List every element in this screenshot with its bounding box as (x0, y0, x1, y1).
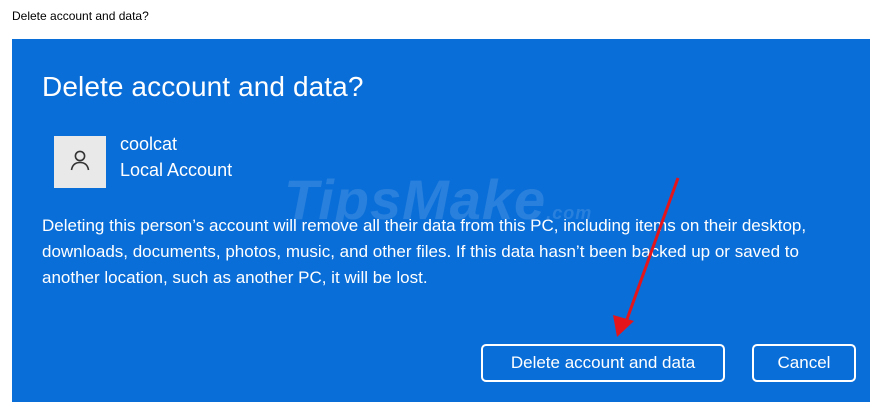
avatar (54, 136, 106, 188)
window-title: Delete account and data? (12, 9, 149, 23)
window: Delete account and data? TipsMake.com De… (0, 0, 870, 402)
delete-account-button[interactable]: Delete account and data (481, 344, 725, 382)
cancel-button[interactable]: Cancel (752, 344, 856, 382)
dialog-title: Delete account and data? (42, 71, 364, 102)
title-bar: Delete account and data? (0, 0, 870, 38)
account-name: coolcat (120, 134, 178, 154)
delete-account-dialog: TipsMake.com Delete account and data? co… (12, 39, 870, 402)
account-type: Local Account (120, 160, 233, 180)
warning-message: Deleting this person’s account will remo… (42, 216, 807, 287)
person-icon (68, 148, 92, 177)
